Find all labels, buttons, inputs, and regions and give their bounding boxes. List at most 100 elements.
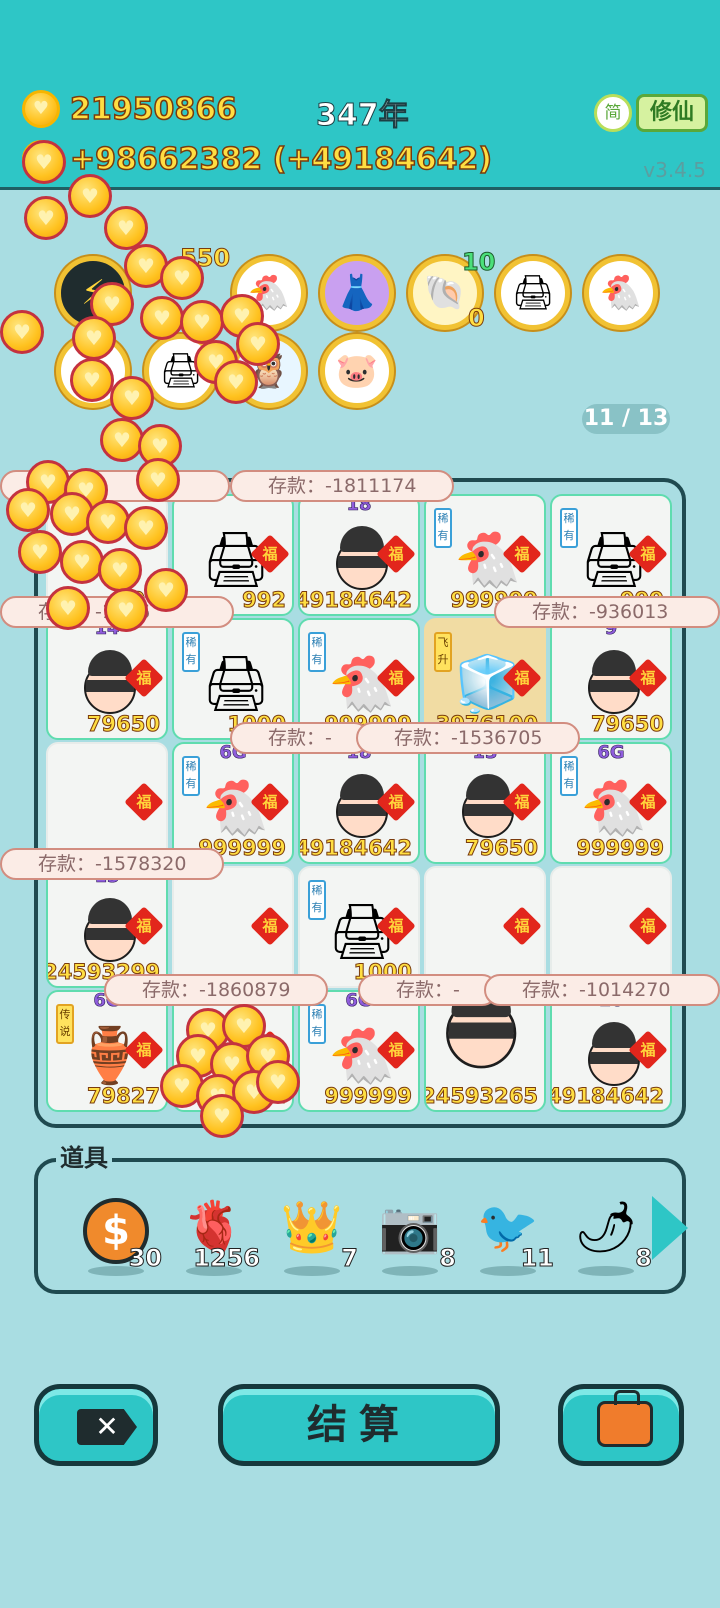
cell-value: 999999 — [324, 1084, 413, 1109]
fu-badge: 福 — [376, 782, 416, 822]
deposit-bubble: 存款：-1578320 — [0, 848, 225, 880]
board-cell[interactable]: 14 福 79650 — [46, 618, 168, 740]
deposit-bubble: 存款：-1860879 — [104, 974, 329, 1006]
flying-coin — [236, 322, 280, 366]
flying-coin — [214, 360, 258, 404]
fu-badge: 福 — [250, 534, 290, 574]
flying-coin — [24, 196, 68, 240]
board-cell-empty[interactable]: 福 — [172, 866, 294, 988]
prop-item[interactable]: 🌶 8 — [566, 1192, 652, 1276]
board-cell-empty[interactable]: 福 — [424, 866, 546, 988]
fu-badge: 福 — [376, 658, 416, 698]
cell-value: 79650 — [590, 712, 664, 737]
board-cell[interactable]: 18 福 +49184642 — [298, 494, 420, 616]
fu-badge: 福 — [628, 906, 668, 946]
fu-badge: 福 — [250, 782, 290, 822]
briefcase-button[interactable] — [558, 1384, 684, 1466]
flying-coin — [140, 296, 184, 340]
shell-count-bottom: 0 — [468, 304, 486, 333]
cell-value: 79650 — [464, 836, 538, 861]
board-cell[interactable]: 13 福 +24593299 — [46, 866, 168, 988]
chicken-egg-icon: 🐔 — [599, 273, 643, 313]
deposit-bubble: 存款：-1014270 — [484, 974, 720, 1006]
cell-value: +49184642 — [552, 1084, 664, 1109]
piggy-bank-tool-button[interactable]: 🐷 — [320, 334, 394, 408]
props-panel: $ 30 🫀 1256 👑 7 📷 8 🐦 11 🌶 8 — [34, 1158, 688, 1294]
flying-coin — [160, 256, 204, 300]
close-button[interactable]: ✕ — [34, 1384, 158, 1466]
printer-tool-button[interactable]: 🖨 — [496, 256, 570, 330]
deposit-bubble: 存款：- — [358, 974, 498, 1006]
flying-coin — [124, 506, 168, 550]
flying-coin — [6, 488, 50, 532]
language-toggle-button[interactable]: 简 — [594, 94, 632, 132]
fu-badge: 福 — [628, 782, 668, 822]
deposit-bubble: 存款：-1536705 — [356, 722, 581, 754]
cell-value: 79650 — [86, 712, 160, 737]
board-cell-empty[interactable]: 福 — [550, 866, 672, 988]
board-cell[interactable]: 6G 传说 🏺 福 79827 — [46, 990, 168, 1112]
prop-count: 8 — [635, 1244, 653, 1272]
fu-badge: 福 — [124, 906, 164, 946]
prop-count: 7 — [341, 1244, 359, 1272]
fu-badge: 福 — [628, 534, 668, 574]
heart-coin-icon — [22, 90, 60, 128]
fu-badge: 福 — [628, 1030, 668, 1070]
fu-badge: 福 — [124, 782, 164, 822]
flying-coin — [200, 1094, 244, 1138]
flying-coin — [86, 500, 130, 544]
shell-count-top: 10 — [461, 248, 496, 277]
board-cell[interactable]: 10 福 +49184642 — [550, 990, 672, 1112]
cell-value: 79827 — [86, 1084, 160, 1109]
settle-button[interactable]: 结算 — [218, 1384, 500, 1466]
prop-item[interactable]: 🐦 11 — [468, 1192, 555, 1276]
piggy-bank-icon: 🐷 — [335, 351, 379, 391]
fu-badge: 福 — [628, 658, 668, 698]
prop-count: 11 — [520, 1244, 554, 1272]
prop-item[interactable]: 👑 7 — [272, 1192, 358, 1276]
board-cell-empty[interactable]: 福 — [46, 742, 168, 864]
board-cell[interactable]: 6G 稀有 🐔 福 999999 — [172, 742, 294, 864]
flying-coin — [98, 548, 142, 592]
fu-badge: 福 — [124, 1030, 164, 1070]
prop-count: 1256 — [193, 1244, 261, 1272]
printer-icon: 🖨 — [511, 273, 555, 313]
prop-item[interactable]: 🫀 1256 — [174, 1192, 260, 1276]
chicken-egg-tool-button[interactable]: 🐔 — [584, 256, 658, 330]
top-header: 21950866 +98662382 (+49184642) 347年 简 修仙… — [0, 0, 720, 190]
prop-item[interactable]: $ 30 — [76, 1192, 163, 1276]
fu-badge: 福 — [124, 658, 164, 698]
board-cell[interactable]: 稀有 🖨 福 1000 — [298, 866, 420, 988]
crown-icon: 👑 — [280, 1198, 344, 1256]
cultivation-mode-button[interactable]: 修仙 — [636, 94, 708, 132]
props-title: 道具 — [56, 1138, 112, 1173]
board-cell[interactable]: 13 福 79650 — [424, 742, 546, 864]
flying-coin — [136, 458, 180, 502]
flying-coin — [0, 310, 44, 354]
page-indicator: 11 / 13 — [582, 404, 670, 434]
board-cell[interactable]: 6G 稀有 🐔 福 999999 — [298, 990, 420, 1112]
fu-badge: 福 — [502, 906, 542, 946]
fu-badge: 福 — [502, 658, 542, 698]
prop-count: 30 — [128, 1244, 162, 1272]
flying-coin — [110, 376, 154, 420]
coins-total: 21950866 — [69, 91, 238, 128]
flying-coin — [180, 300, 224, 344]
skirt-tool-button[interactable]: 👗 — [320, 256, 394, 330]
version-label: v3.4.5 — [643, 158, 706, 182]
next-arrow-icon[interactable] — [652, 1196, 688, 1260]
cell-value: +49184642 — [300, 836, 412, 861]
deposit-bubble: 存款：-1811174 — [230, 470, 455, 502]
cell-value: +49184642 — [300, 588, 412, 613]
prop-item[interactable]: 📷 8 — [370, 1192, 456, 1276]
briefcase-icon — [597, 1390, 653, 1447]
flying-coin — [72, 316, 116, 360]
deposit-bubble: 存款：- — [230, 722, 370, 754]
fu-badge: 福 — [376, 1030, 416, 1070]
flying-coin — [100, 418, 144, 462]
board-cell[interactable]: 6G 稀有 🐔 福 999999 — [550, 742, 672, 864]
fu-badge: 福 — [250, 906, 290, 946]
board-cell[interactable]: 18 福 +49184642 — [298, 742, 420, 864]
camera-icon: 📷 — [378, 1198, 442, 1256]
income-row: +98662382 (+49184642) — [22, 140, 493, 178]
